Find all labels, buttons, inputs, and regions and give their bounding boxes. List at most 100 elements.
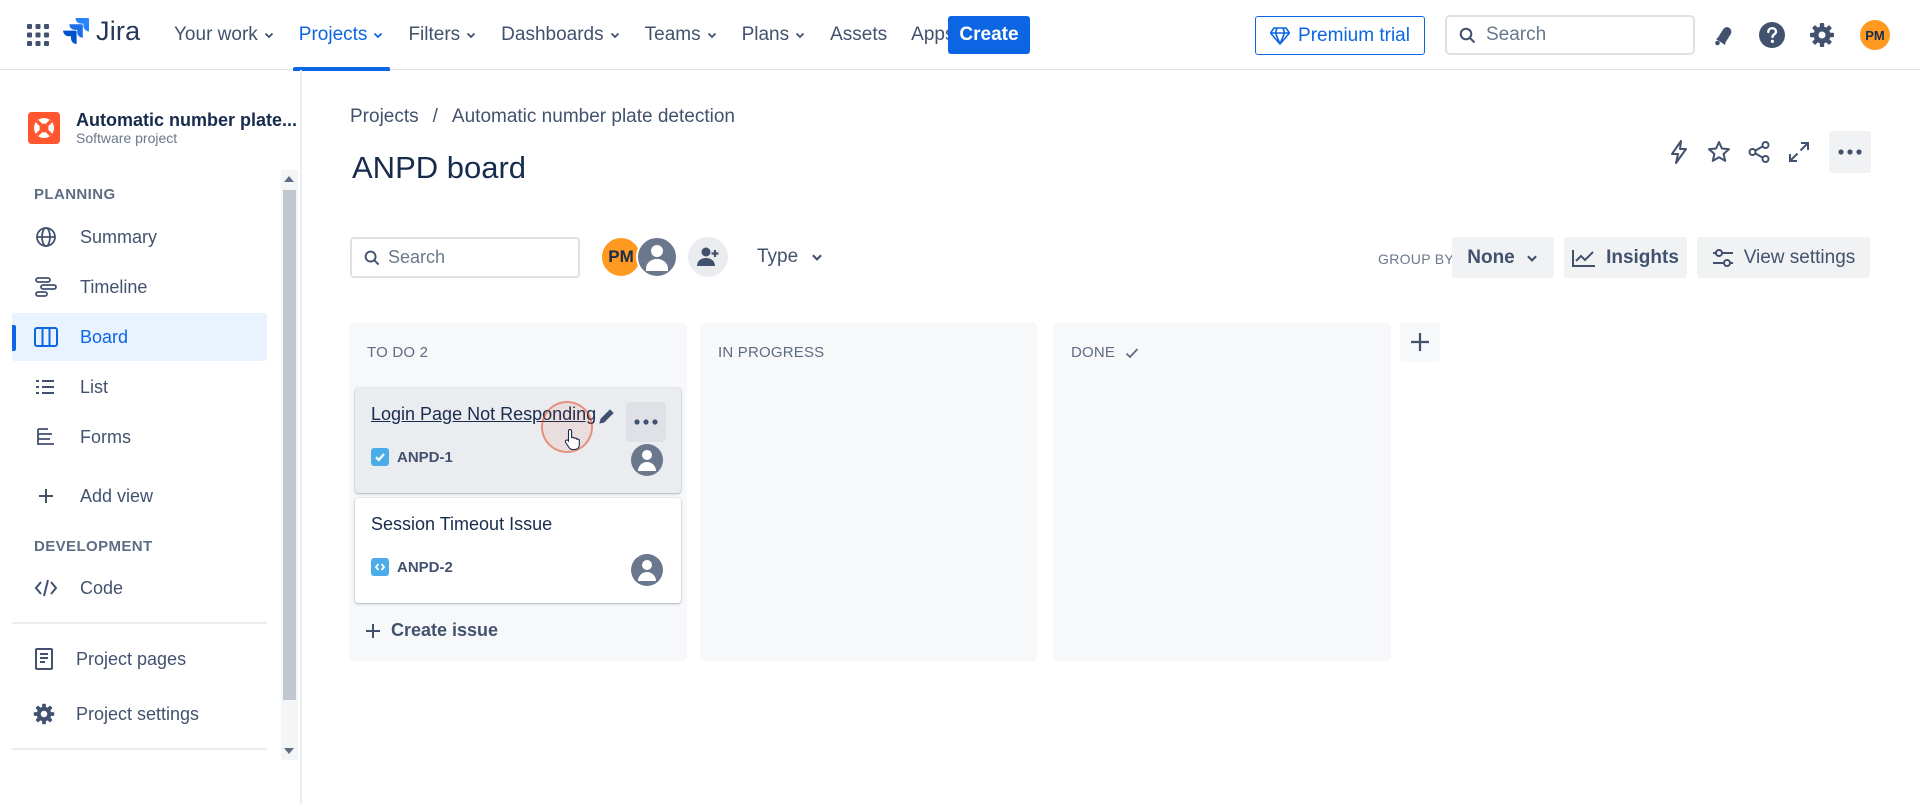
plus-icon [34, 484, 58, 508]
primary-nav: Your work Projects Filters Dashboards Te… [162, 0, 983, 71]
type-filter-dropdown[interactable]: Type [757, 246, 824, 268]
expand-icon[interactable] [1781, 134, 1817, 170]
sidebar-item-list[interactable]: List [12, 363, 267, 411]
nav-label: Teams [644, 24, 701, 45]
issue-card-title[interactable]: Session Timeout Issue [371, 514, 552, 535]
sidebar-item-code[interactable]: Code [12, 564, 267, 612]
sidebar-scrollbar[interactable] [281, 170, 298, 760]
type-filter-label: Type [757, 246, 799, 267]
scrollbar-thumb[interactable] [283, 190, 296, 700]
nav-label: Filters [408, 24, 461, 45]
user-avatar[interactable]: PM [1860, 20, 1890, 50]
assignee-avatar[interactable] [631, 554, 663, 586]
board-search[interactable] [350, 237, 580, 278]
column-title-text: DONE [1071, 344, 1116, 361]
assignee-avatar[interactable] [631, 444, 663, 476]
project-sidebar: Automatic number plate... Software proje… [0, 70, 302, 804]
search-icon [1459, 27, 1476, 43]
group-by-label: GROUP BY [1378, 251, 1455, 267]
add-column-button[interactable] [1400, 322, 1440, 362]
group-by-dropdown[interactable]: None [1452, 237, 1554, 278]
person-icon [638, 450, 656, 471]
planning-section-label: PLANNING [34, 186, 116, 203]
nav-filters[interactable]: Filters [396, 0, 489, 70]
globe-icon [34, 225, 58, 249]
add-view-button[interactable]: Add view [12, 472, 267, 520]
sidebar-item-label: Code [80, 577, 124, 598]
premium-trial-button[interactable]: Premium trial [1255, 16, 1425, 55]
top-navigation: Jira Your work Projects Filters Dashboar… [0, 0, 1920, 71]
project-type: Software project [76, 130, 178, 146]
create-issue-button[interactable]: Create issue [365, 620, 498, 641]
forms-icon [34, 425, 58, 449]
page-icon [32, 647, 56, 671]
breadcrumb-projects[interactable]: Projects [350, 106, 419, 128]
project-header[interactable]: Automatic number plate... Software proje… [28, 110, 297, 146]
subtask-type-icon [371, 558, 389, 576]
create-issue-label: Create issue [391, 620, 499, 640]
help-icon[interactable] [1756, 19, 1788, 51]
plus-icon [1411, 333, 1429, 351]
group-by-value: None [1467, 246, 1515, 268]
issue-key: ANPD-2 [397, 558, 453, 576]
sidebar-item-label: List [80, 376, 109, 397]
notifications-icon[interactable] [1707, 19, 1739, 51]
nav-assets[interactable]: Assets [818, 0, 899, 70]
plus-icon [366, 623, 380, 638]
sidebar-item-label: Project settings [76, 703, 200, 724]
more-actions-button[interactable] [1829, 131, 1871, 173]
nav-your-work[interactable]: Your work [162, 0, 287, 70]
edit-pencil-icon[interactable] [597, 406, 617, 426]
issue-key: ANPD-1 [397, 448, 453, 466]
global-search-input[interactable] [1486, 24, 1676, 46]
sidebar-item-forms[interactable]: Forms [12, 413, 267, 461]
board-search-input[interactable] [388, 247, 558, 268]
development-section-label: DEVELOPMENT [34, 538, 153, 555]
add-people-button[interactable] [688, 237, 728, 277]
issue-card[interactable]: Session Timeout Issue ANPD-2 [355, 498, 681, 603]
chevron-down-icon [264, 32, 273, 39]
share-icon[interactable] [1741, 134, 1777, 170]
chevron-down-icon [374, 32, 383, 39]
nav-projects[interactable]: Projects [287, 0, 397, 71]
person-icon [646, 245, 668, 271]
insights-button[interactable]: Insights [1564, 237, 1687, 278]
sidebar-item-project-settings[interactable]: Project settings [12, 690, 267, 738]
sidebar-item-label: Summary [80, 226, 158, 247]
create-button[interactable]: Create [948, 16, 1030, 54]
column-title: IN PROGRESS [718, 344, 824, 361]
breadcrumb-project[interactable]: Automatic number plate detection [452, 106, 735, 128]
breadcrumb: Projects / Automatic number plate detect… [350, 106, 735, 128]
nav-label: Dashboards [501, 24, 604, 45]
jira-logo[interactable]: Jira [62, 16, 140, 47]
issue-card[interactable]: Login Page Not Responding ANPD-1 [355, 388, 681, 493]
board-column-todo: TO DO 2 Login Page Not Responding ANPD-1… [349, 322, 687, 662]
sidebar-item-label: Project pages [76, 648, 187, 669]
app-switcher-icon[interactable] [26, 23, 50, 47]
sidebar-item-summary[interactable]: Summary [12, 213, 267, 261]
sidebar-item-board[interactable]: Board [12, 313, 267, 361]
nav-dashboards[interactable]: Dashboards [489, 0, 632, 70]
chevron-down-icon [1526, 255, 1537, 262]
column-title-text: TO DO 2 [367, 344, 429, 361]
card-more-button[interactable] [626, 402, 666, 442]
chevron-down-icon [795, 32, 805, 39]
nav-label: Assets [830, 24, 888, 45]
nav-label: Projects [298, 24, 368, 45]
sidebar-item-project-pages[interactable]: Project pages [12, 635, 267, 683]
hand-cursor-icon [564, 428, 580, 450]
star-icon[interactable] [1701, 134, 1737, 170]
global-search[interactable] [1445, 15, 1695, 55]
automation-bolt-icon[interactable] [1661, 134, 1697, 170]
project-avatar-icon [28, 112, 60, 144]
scroll-up-arrow-icon[interactable] [284, 176, 294, 182]
nav-teams[interactable]: Teams [633, 0, 730, 70]
person-icon [638, 560, 656, 581]
scroll-down-arrow-icon[interactable] [284, 748, 294, 754]
sidebar-item-label: Timeline [80, 276, 148, 297]
view-settings-button[interactable]: View settings [1697, 237, 1870, 278]
settings-gear-icon[interactable] [1806, 19, 1838, 51]
avatar-filter-unassigned[interactable] [636, 236, 678, 278]
sidebar-item-timeline[interactable]: Timeline [12, 263, 267, 311]
nav-plans[interactable]: Plans [730, 0, 819, 70]
